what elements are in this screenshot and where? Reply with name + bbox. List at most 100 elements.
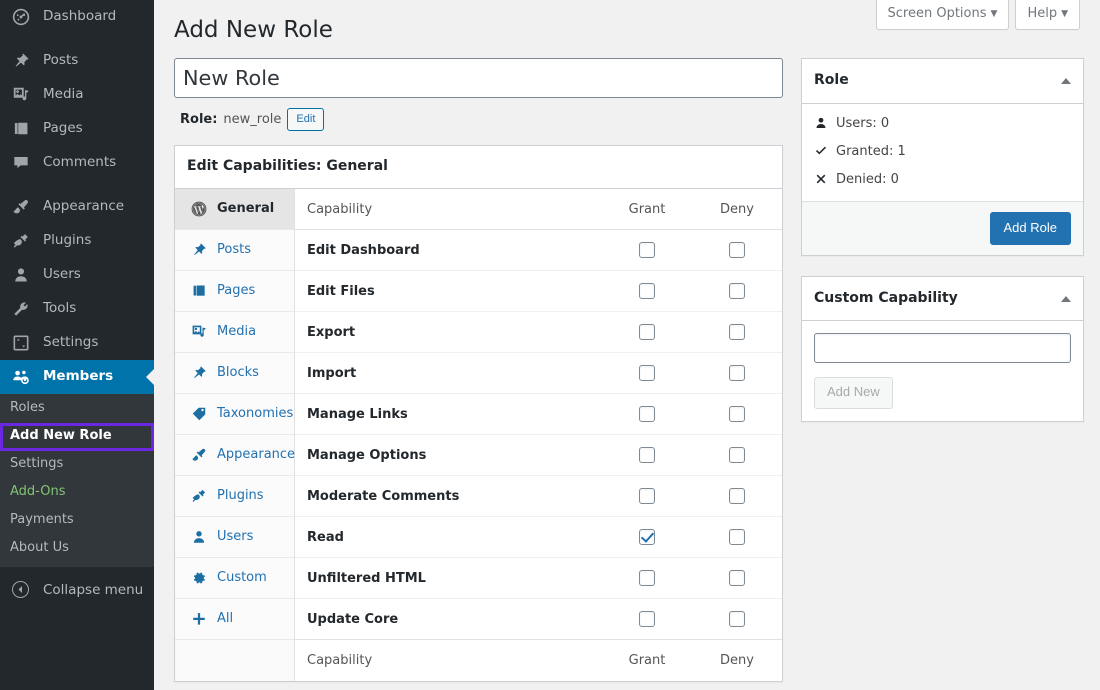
admin-menu-item-dashboard[interactable]: Dashboard [0,0,154,34]
capability-tab-appearance[interactable]: Appearance [175,435,294,476]
add-role-button[interactable]: Add Role [990,212,1071,245]
submenu-item-add-ons[interactable]: Add-Ons [0,479,154,507]
capability-tab-posts[interactable]: Posts [175,230,294,271]
grant-checkbox[interactable] [639,283,655,299]
table-row: Edit Files [295,271,782,312]
capability-tab-pages[interactable]: Pages [175,271,294,312]
submenu-item-settings[interactable]: Settings [0,451,154,479]
admin-menu-item-label: Settings [43,336,98,350]
submenu-item-roles[interactable]: Roles [0,395,154,423]
deny-checkbox[interactable] [729,570,745,586]
grant-cell [602,599,692,640]
role-panel-header[interactable]: Role [802,59,1083,104]
custom-capability-panel: Custom Capability Add New [801,276,1084,422]
grant-checkbox[interactable] [639,406,655,422]
deny-checkbox[interactable] [729,488,745,504]
admin-menu-item-comments[interactable]: Comments [0,146,154,180]
chevron-up-icon[interactable] [1061,296,1071,302]
capability-tab-taxonomies[interactable]: Taxonomies [175,394,294,435]
collapse-menu-button[interactable]: Collapse menu [0,573,154,607]
submenu-item-payments[interactable]: Payments [0,507,154,535]
capability-name: Export [295,312,602,353]
dashboard-icon [12,7,34,27]
side-panel-container: Role Users: 0Granted: 1Denied: 0 Add Rol… [801,58,1084,442]
capability-tab-users[interactable]: Users [175,517,294,558]
deny-checkbox[interactable] [729,242,745,258]
deny-cell [692,271,782,312]
role-stat-users: Users: 0 [814,116,1071,131]
admin-sidebar: Dashboard Posts Media Pages Comments Appearan… [0,0,154,690]
deny-checkbox[interactable] [729,365,745,381]
capability-tab-all[interactable]: All [175,599,294,640]
plug-icon [12,231,34,251]
deny-checkbox[interactable] [729,447,745,463]
capability-table-body: Edit DashboardEdit FilesExportImportMana… [295,230,782,640]
capability-tab-label: Custom [217,570,267,585]
custom-capability-panel-header[interactable]: Custom Capability [802,277,1083,322]
capability-name: Moderate Comments [295,476,602,517]
custom-capability-input[interactable] [814,333,1071,363]
grant-checkbox[interactable] [639,570,655,586]
members-icon [12,367,34,387]
user-icon [12,265,34,285]
admin-menu-item-pages[interactable]: Pages [0,112,154,146]
deny-checkbox[interactable] [729,283,745,299]
pages-icon [12,119,34,139]
chevron-up-icon[interactable] [1061,78,1071,84]
admin-menu-item-label: Dashboard [43,10,116,24]
x-icon [814,172,836,186]
admin-menu-item-media[interactable]: Media [0,78,154,112]
chevron-down-icon: ▼ [991,9,998,19]
admin-menu-item-appearance[interactable]: Appearance [0,190,154,224]
capability-tab-blocks[interactable]: Blocks [175,353,294,394]
deny-checkbox[interactable] [729,324,745,340]
deny-checkbox[interactable] [729,611,745,627]
role-name-input[interactable] [174,58,783,98]
submenu-item-about-us[interactable]: About Us [0,535,154,563]
screen-options-button[interactable]: Screen Options▼ [876,0,1010,30]
admin-menu-item-label: Pages [43,122,83,136]
wrench-icon [12,299,34,319]
admin-menu-item-plugins[interactable]: Plugins [0,224,154,258]
grant-cell [602,435,692,476]
add-new-capability-button[interactable]: Add New [814,377,893,408]
admin-menu-item-tools[interactable]: Tools [0,292,154,326]
deny-checkbox[interactable] [729,529,745,545]
help-button[interactable]: Help▼ [1015,0,1080,30]
comments-icon [12,153,34,173]
grant-checkbox[interactable] [639,447,655,463]
capability-table-head: Capability Grant Deny [295,189,782,230]
grant-checkbox[interactable] [639,365,655,381]
admin-menu-item-label: Posts [43,54,78,68]
pin-icon [189,364,209,382]
admin-menu-item-users[interactable]: Users [0,258,154,292]
capability-tab-custom[interactable]: Custom [175,558,294,599]
submenu-item-add-new-role[interactable]: Add New Role [0,423,154,451]
grant-checkbox[interactable] [639,611,655,627]
custom-capability-panel-body: Add New [802,321,1083,420]
grant-checkbox[interactable] [639,324,655,340]
custom-capability-panel-title: Custom Capability [814,289,958,309]
grant-cell [602,394,692,435]
admin-menu-item-label: Appearance [43,200,124,214]
admin-menu-item-settings[interactable]: Settings [0,326,154,360]
admin-menu-item-members[interactable]: Members [0,360,154,394]
capabilities-panel-title: Edit Capabilities: General [187,157,388,177]
capabilities-panel-header: Edit Capabilities: General [175,146,782,189]
admin-menu-item-posts[interactable]: Posts [0,44,154,78]
capability-tab-media[interactable]: Media [175,312,294,353]
capability-tab-plugins[interactable]: Plugins [175,476,294,517]
grant-checkbox[interactable] [639,529,655,545]
grant-checkbox[interactable] [639,488,655,504]
column-footer-capability: Capability [295,640,602,681]
deny-checkbox[interactable] [729,406,745,422]
collapse-menu-label: Collapse menu [43,582,143,598]
capability-tab-label: General [217,201,274,216]
grant-checkbox[interactable] [639,242,655,258]
table-row: Read [295,517,782,558]
capability-name: Unfiltered HTML [295,558,602,599]
edit-slug-button[interactable]: Edit [287,108,324,132]
capability-tab-general[interactable]: General [175,189,294,230]
grant-cell [602,312,692,353]
pages-icon [189,282,209,300]
